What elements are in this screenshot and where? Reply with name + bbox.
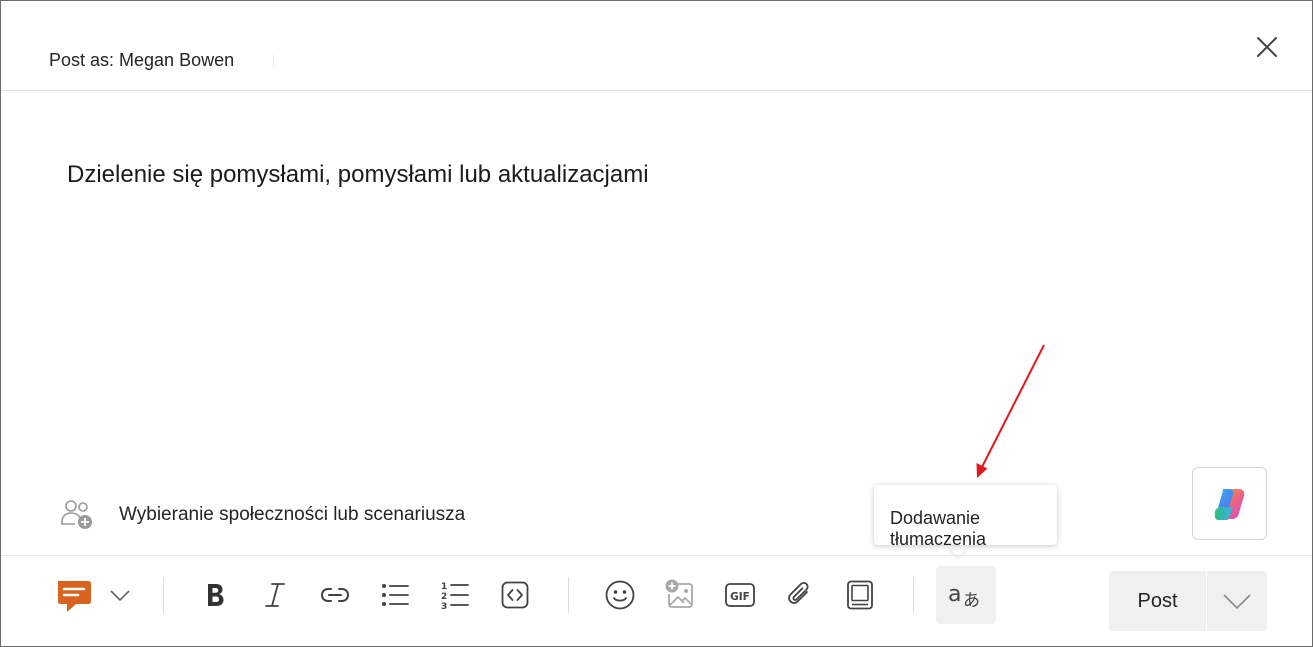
link-button[interactable] (316, 576, 354, 614)
close-icon (1257, 37, 1277, 57)
italic-icon (265, 583, 285, 607)
post-as-label: Post as: Megan Bowen (49, 50, 235, 70)
svg-text:あ: あ (963, 591, 980, 611)
close-button[interactable] (1251, 31, 1283, 63)
attach-button[interactable] (781, 576, 819, 614)
post-split-button: Post (1109, 571, 1267, 631)
copilot-icon (1214, 488, 1244, 520)
toolbar-separator (913, 577, 914, 613)
toolbar-separator (163, 577, 164, 613)
numbered-list-icon: 1 2 3 (441, 582, 469, 611)
emoji-icon (605, 580, 635, 610)
people-add-icon (59, 497, 95, 533)
community-picker-label: Wybieranie społeczności lub scenariusza (119, 504, 466, 525)
header-divider (273, 55, 274, 67)
translate-tooltip: Dodawanie tłumaczenia (874, 485, 1057, 549)
article-icon (847, 580, 873, 610)
toolbar-separator (568, 577, 569, 613)
copilot-button[interactable] (1192, 467, 1267, 540)
post-dialog: Post as: Megan Bowen Dzielenie się pomys… (0, 0, 1313, 647)
italic-button[interactable] (256, 576, 294, 614)
attach-icon (788, 581, 809, 604)
composer-placeholder[interactable]: Dzielenie się pomysłami, pomysłami lub a… (67, 161, 649, 189)
code-button[interactable] (496, 576, 534, 614)
translate-button[interactable]: a あ (936, 566, 996, 624)
bold-button[interactable] (196, 576, 234, 614)
gif-icon: GIF (725, 583, 755, 607)
emoji-button[interactable] (601, 576, 639, 614)
post-options-button[interactable] (1207, 571, 1267, 631)
message-type-button[interactable] (53, 574, 95, 616)
numbered-list-button[interactable]: 1 2 3 (436, 576, 474, 614)
image-add-button[interactable] (661, 576, 699, 614)
discussion-icon (58, 581, 91, 612)
chevron-down-icon (1223, 594, 1251, 610)
bullet-list-icon (382, 584, 409, 606)
post-button[interactable]: Post (1109, 571, 1206, 631)
chevron-down-icon (110, 590, 130, 602)
translate-icon: a あ (948, 582, 980, 611)
message-type-dropdown[interactable] (101, 576, 139, 614)
image-add-icon (665, 579, 693, 608)
community-picker[interactable]: Wybieranie społeczności lub scenariusza (59, 495, 465, 535)
svg-text:2: 2 (441, 592, 447, 602)
gif-button[interactable]: GIF (721, 576, 759, 614)
link-icon (320, 588, 350, 602)
code-icon (501, 581, 529, 609)
bold-icon (208, 584, 224, 606)
svg-text:GIF: GIF (730, 591, 750, 603)
dialog-header: Post as: Megan Bowen (1, 1, 1312, 91)
article-button[interactable] (841, 576, 879, 614)
svg-text:a: a (948, 582, 961, 607)
svg-text:3: 3 (441, 602, 447, 611)
svg-text:1: 1 (441, 582, 447, 592)
bullet-list-button[interactable] (376, 576, 414, 614)
toolbar-divider (1, 555, 1312, 556)
